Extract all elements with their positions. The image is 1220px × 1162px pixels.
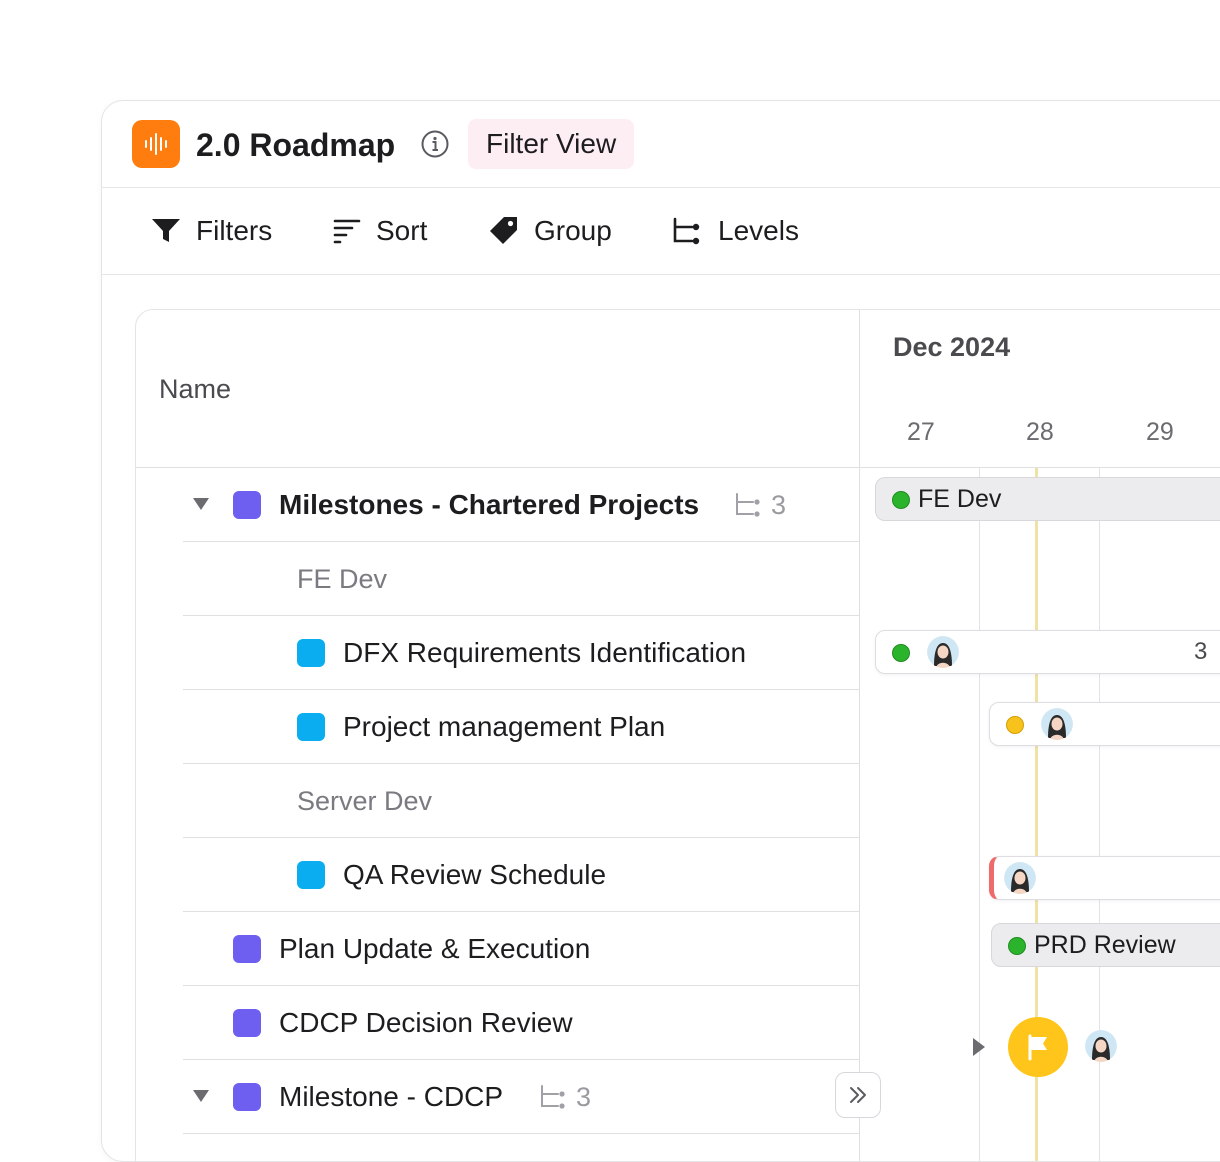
- blue-square-icon: [297, 861, 325, 889]
- subitem-count: 3: [771, 490, 787, 520]
- filters-label: Filters: [196, 215, 273, 246]
- table-row[interactable]: Plan Update & Execution: [183, 912, 859, 986]
- gantt-header-divider: [860, 467, 1220, 468]
- blue-square-icon: [297, 639, 325, 667]
- roadmap-table: Name Milestones - Chartered Projects 3 F…: [135, 309, 1220, 1161]
- table-row[interactable]: FE Dev: [183, 542, 859, 616]
- gantt-bar[interactable]: [989, 702, 1220, 746]
- name-column-header[interactable]: Name: [136, 310, 859, 468]
- row-label: Milestone - CDCP: [279, 1081, 504, 1112]
- gantt-bar[interactable]: PRD Review: [991, 923, 1220, 967]
- gantt-timeline: Dec 2024 27 28 29 FE Dev 3 PRD Review: [860, 310, 1220, 1161]
- gantt-bar[interactable]: FE Dev: [875, 477, 1220, 521]
- filter-view-badge[interactable]: Filter View: [468, 119, 635, 169]
- double-chevron-right-icon: [850, 1087, 866, 1103]
- group-label: Group: [534, 215, 612, 246]
- purple-square-icon: [233, 1009, 261, 1037]
- row-label: QA Review Schedule: [343, 859, 607, 890]
- table-row[interactable]: Project management Plan: [183, 690, 859, 764]
- table-row[interactable]: Milestone - CDCP 3: [183, 1060, 859, 1134]
- group-button[interactable]: Group: [488, 210, 612, 252]
- bar-label: FE Dev: [918, 485, 1002, 513]
- audio-waveform-icon[interactable]: [132, 120, 180, 168]
- status-dot: [892, 491, 910, 509]
- flag-icon: [1028, 1034, 1047, 1061]
- tag-icon: [490, 217, 517, 244]
- avatar[interactable]: [927, 636, 959, 668]
- info-icon[interactable]: [420, 129, 450, 159]
- bar-label: PRD Review: [1034, 931, 1176, 959]
- status-dot: [1008, 937, 1026, 955]
- sort-button[interactable]: Sort: [332, 210, 427, 252]
- subitems-icon: [736, 493, 760, 517]
- sort-lines-icon: [333, 219, 361, 244]
- status-dot: [1006, 716, 1024, 734]
- row-label: DFX Requirements Identification: [343, 637, 747, 668]
- table-row[interactable]: CDCP Decision Review: [183, 986, 859, 1060]
- avatar[interactable]: [1004, 862, 1036, 894]
- avatar[interactable]: [1085, 1030, 1117, 1062]
- day-label: 27: [907, 418, 935, 446]
- row-label: Plan Update & Execution: [279, 933, 591, 964]
- name-header-label: Name: [159, 374, 232, 404]
- day-gridline: [979, 468, 980, 1161]
- subitem-count: 3: [576, 1082, 592, 1112]
- avatar[interactable]: [1041, 708, 1073, 740]
- sort-label: Sort: [376, 215, 428, 246]
- hierarchy-icon: [673, 217, 700, 245]
- day-label: 29: [1146, 418, 1174, 446]
- title-bar: 2.0 Roadmap Filter View: [102, 101, 1220, 188]
- purple-square-icon: [233, 935, 261, 963]
- filters-button[interactable]: Filters: [150, 210, 272, 252]
- blue-square-icon: [297, 713, 325, 741]
- gantt-bar[interactable]: [989, 856, 1220, 900]
- row-label: Project management Plan: [343, 711, 666, 742]
- toolbar: Filters Sort Group Levels: [102, 188, 1220, 275]
- levels-label: Levels: [718, 215, 799, 246]
- gantt-bar[interactable]: 3: [875, 630, 1220, 674]
- month-label: Dec 2024: [893, 332, 1011, 362]
- levels-button[interactable]: Levels: [670, 210, 799, 252]
- subitems-icon: [541, 1085, 565, 1109]
- group-label: Server Dev: [297, 786, 433, 816]
- milestone-flag-button[interactable]: [1008, 1017, 1068, 1077]
- table-row[interactable]: DFX Requirements Identification: [183, 616, 859, 690]
- collapse-caret-icon[interactable]: [193, 1090, 209, 1102]
- purple-square-icon: [233, 491, 261, 519]
- group-label: FE Dev: [297, 564, 388, 594]
- funnel-icon: [152, 219, 180, 242]
- collapse-caret-icon[interactable]: [193, 498, 209, 510]
- play-caret-icon[interactable]: [973, 1038, 985, 1056]
- table-row[interactable]: Server Dev: [183, 764, 859, 838]
- roadmap-window: 2.0 Roadmap Filter View Filters Sort Gro…: [101, 100, 1220, 1162]
- bar-count: 3: [1194, 638, 1208, 665]
- status-dot: [892, 644, 910, 662]
- name-column: Name Milestones - Chartered Projects 3 F…: [136, 310, 860, 1161]
- row-label: CDCP Decision Review: [279, 1007, 573, 1038]
- purple-square-icon: [233, 1083, 261, 1111]
- table-row[interactable]: Milestones - Chartered Projects 3: [183, 468, 859, 542]
- table-row[interactable]: QA Review Schedule: [183, 838, 859, 912]
- expand-panel-button[interactable]: [835, 1072, 881, 1118]
- row-label: Milestones - Chartered Projects: [279, 489, 700, 520]
- day-label: 28: [1026, 418, 1054, 446]
- page-title: 2.0 Roadmap: [196, 127, 396, 163]
